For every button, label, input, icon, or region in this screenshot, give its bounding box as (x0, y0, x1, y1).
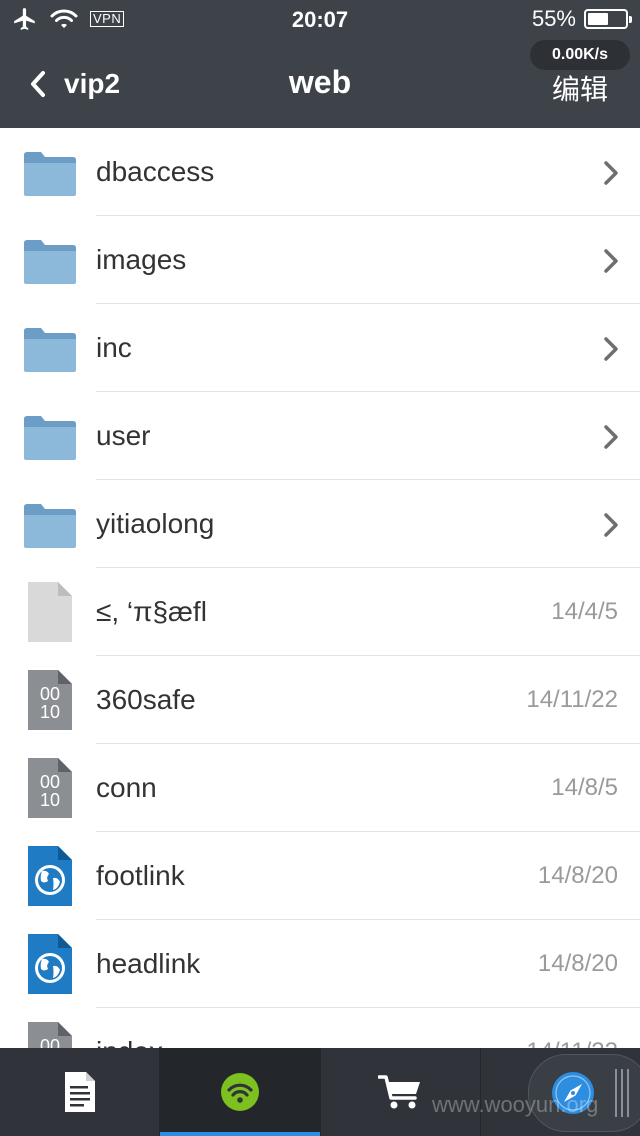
chevron-right-icon (602, 336, 620, 367)
folder-icon (22, 412, 78, 462)
web-file-icon (22, 844, 78, 906)
chevron-right-icon (602, 248, 620, 279)
file-date: 14/4/5 (551, 598, 618, 625)
file-date: 14/11/22 (526, 686, 618, 713)
folder-row[interactable]: inc (0, 304, 640, 392)
folder-icon (22, 236, 78, 286)
file-row[interactable]: 0010 index 14/11/22 (0, 1008, 640, 1048)
file-name: footlink (96, 860, 185, 891)
file-row[interactable]: ≤, ‘π§æfl 14/4/5 (0, 568, 640, 656)
folder-row[interactable]: images (0, 216, 640, 304)
tab-wifi-transfer[interactable] (159, 1048, 320, 1136)
folder-row[interactable]: user (0, 392, 640, 480)
file-row[interactable]: footlink 14/8/20 (0, 832, 640, 920)
file-name: index (96, 1008, 163, 1048)
web-file-icon (22, 932, 78, 994)
folder-icon (22, 148, 78, 198)
file-row[interactable]: 00 10 360safe 14/11/22 (0, 656, 640, 744)
file-name: conn (96, 772, 157, 803)
battery-percent: 55% (531, 6, 576, 31)
file-name: images (96, 244, 187, 275)
folder-row[interactable]: yitiaolong (0, 480, 640, 568)
file-date: 14/8/20 (537, 950, 618, 977)
edit-button[interactable]: 编辑 (552, 68, 608, 108)
file-name: 360safe (96, 684, 196, 715)
binary-file-icon: 0010 (22, 1020, 78, 1048)
file-row[interactable]: 00 10 conn 14/8/5 (0, 744, 640, 832)
file-date: 14/8/5 (551, 774, 618, 801)
file-name: dbaccess (96, 156, 215, 187)
binary-text-bottom: 10 (40, 790, 60, 810)
status-bar: VPN 20:07 55% (0, 0, 640, 40)
chevron-right-icon (602, 160, 620, 191)
folder-row[interactable]: dbaccess (0, 128, 640, 216)
file-list[interactable]: dbaccess images inc user yitiaolong ≤, ‘π§æfl… (0, 128, 640, 1048)
drag-handle-icon[interactable] (615, 1069, 629, 1117)
file-date: 14/8/20 (537, 862, 618, 889)
battery-icon (584, 9, 632, 29)
binary-text-bottom: 10 (40, 702, 60, 722)
page-title: web (288, 64, 352, 100)
binary-text-top: 00 (40, 772, 60, 792)
tab-documents[interactable] (0, 1048, 159, 1136)
cart-icon (378, 1075, 421, 1109)
binary-file-icon: 0010 (22, 756, 78, 818)
document-icon (64, 1072, 95, 1112)
file-name: yitiaolong (96, 508, 215, 539)
folder-icon (22, 324, 78, 374)
chevron-right-icon (602, 424, 620, 455)
file-name: user (96, 420, 151, 451)
file-name: ≤, ‘π§æfl (96, 596, 207, 627)
chevron-right-icon (602, 512, 620, 543)
file-row[interactable]: headlink 14/8/20 (0, 920, 640, 1008)
file-name: inc (96, 332, 132, 363)
binary-file-icon: 0010 (22, 668, 78, 730)
header: VPN 20:07 55% 0.00K/s vip2 web 编辑 (0, 0, 640, 128)
file-name: headlink (96, 948, 201, 979)
binary-text-top: 00 (40, 1036, 60, 1048)
folder-icon (22, 500, 78, 550)
file-date: 14/11/22 (526, 1008, 618, 1048)
wifi-transfer-icon (220, 1073, 259, 1111)
file-icon (22, 580, 78, 642)
binary-text-top: 00 (40, 684, 60, 704)
watermark: www.wooyun.org (432, 1092, 599, 1117)
